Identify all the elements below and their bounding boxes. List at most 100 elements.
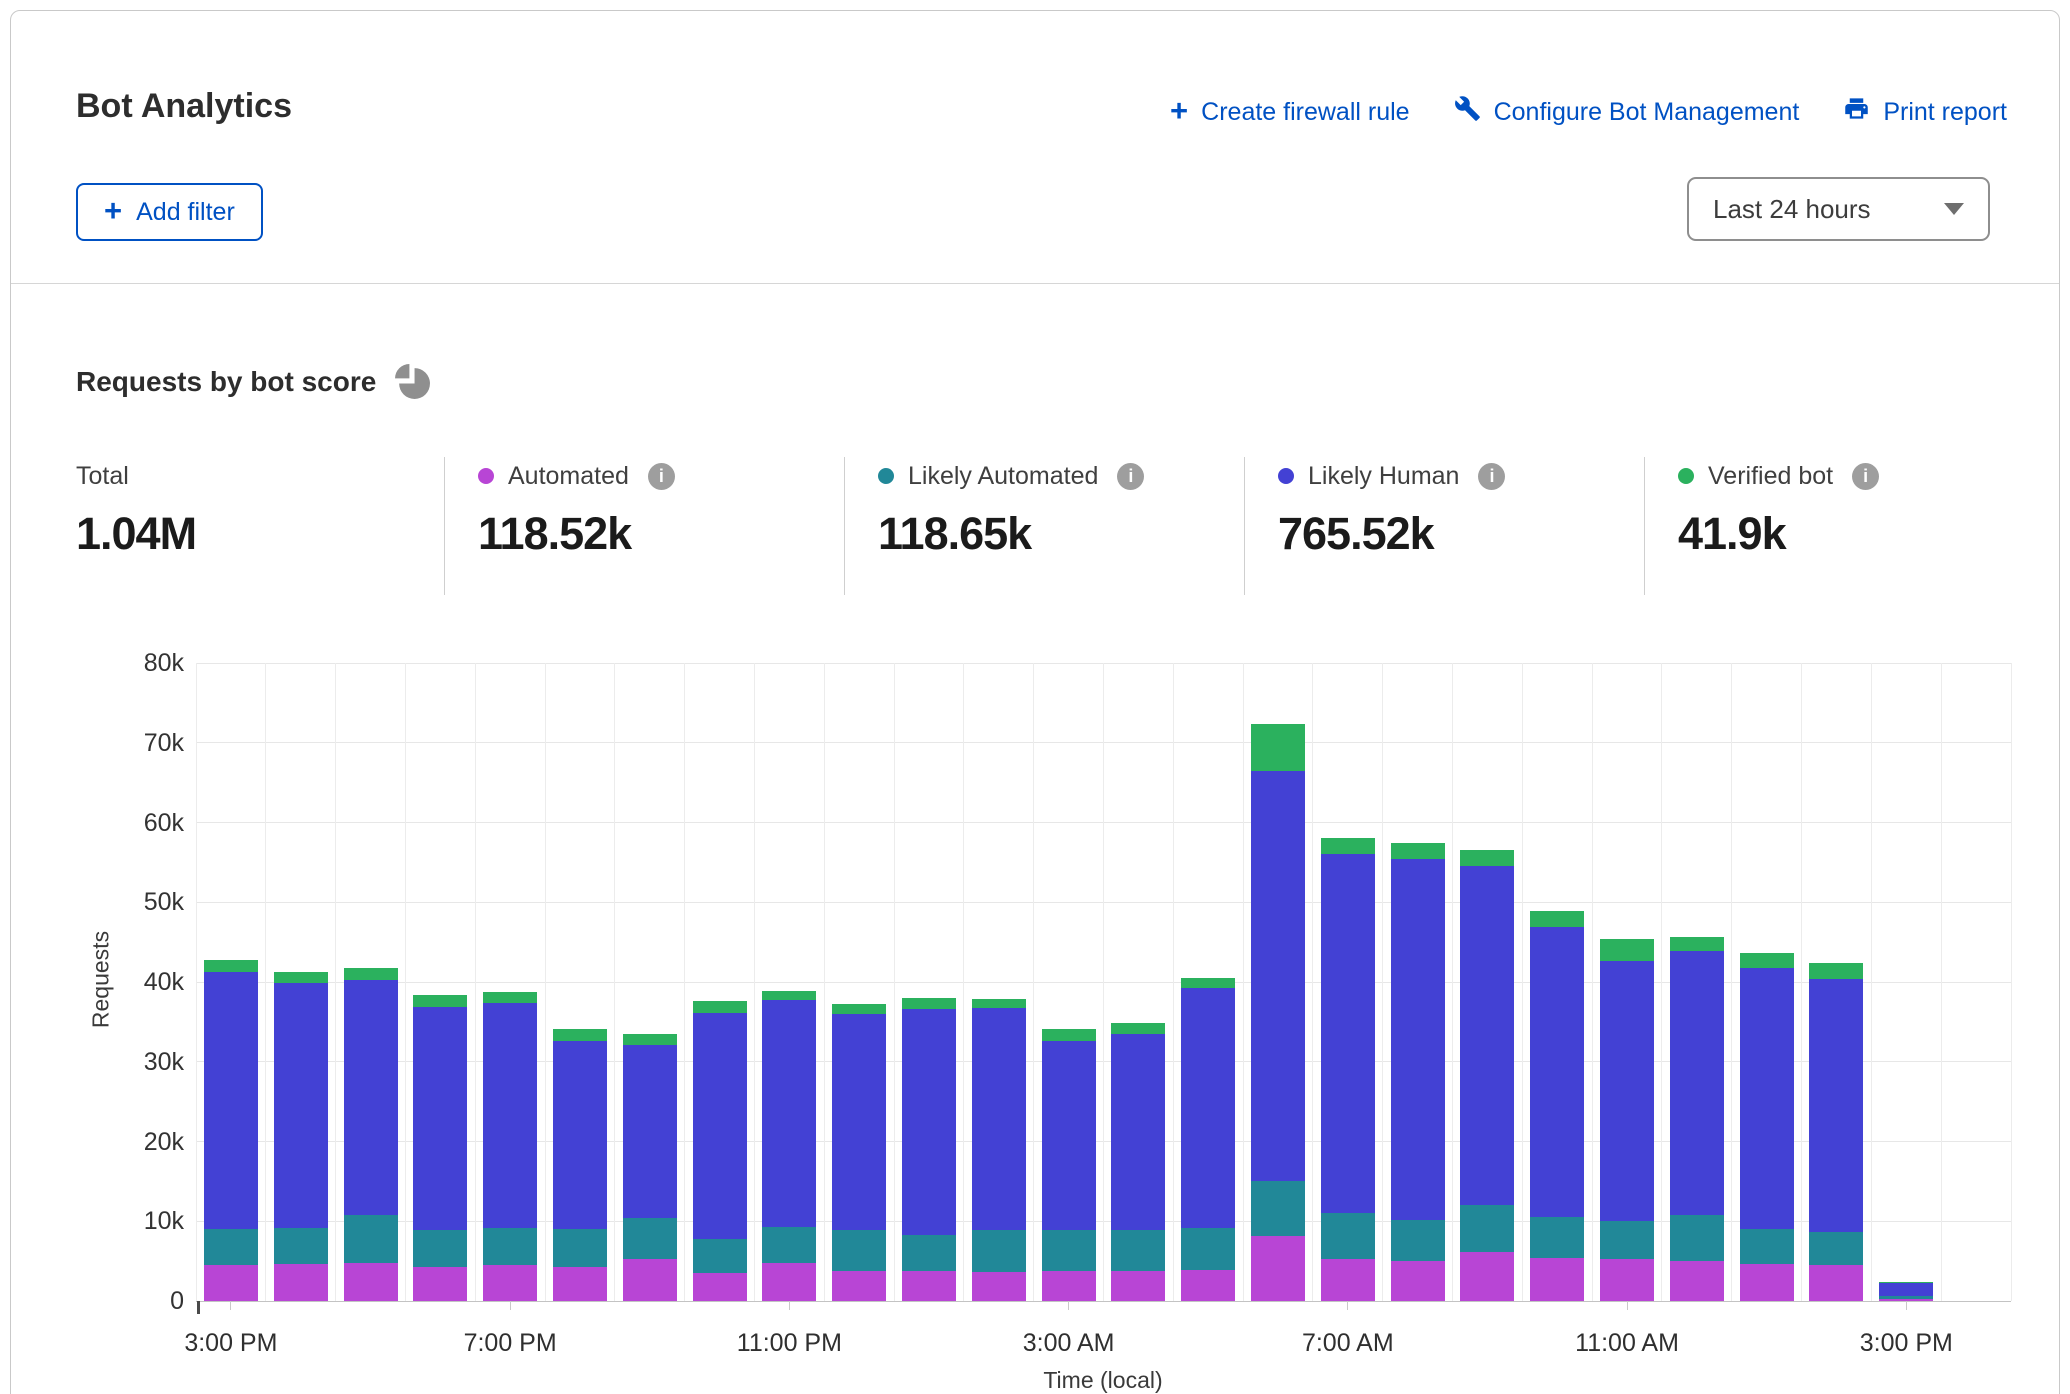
bar-segment-automated <box>1740 1264 1794 1301</box>
y-tick-label: 10k <box>84 1205 184 1237</box>
bar-segment-likely-automated <box>762 1227 816 1264</box>
bar-segment-likely-human <box>1251 771 1305 1181</box>
gridline-vertical <box>1173 663 1174 1301</box>
bar-6[interactable] <box>553 1029 607 1301</box>
bar-segment-likely-human <box>1111 1034 1165 1230</box>
y-tick-label: 70k <box>84 727 184 759</box>
info-icon[interactable]: i <box>1478 463 1505 490</box>
wrench-icon <box>1454 95 1481 129</box>
bar-segment-automated <box>1460 1252 1514 1301</box>
bar-segment-likely-automated <box>1251 1181 1305 1236</box>
bar-segment-automated <box>1670 1261 1724 1301</box>
bar-segment-automated <box>274 1264 328 1301</box>
bar-24[interactable] <box>1809 963 1863 1301</box>
bar-segment-verified-bot <box>1391 843 1445 859</box>
bar-segment-automated <box>972 1272 1026 1301</box>
bar-1[interactable] <box>204 960 258 1301</box>
bar-segment-likely-automated <box>693 1239 747 1273</box>
configure-bot-management-link[interactable]: Configure Bot Management <box>1454 95 1800 129</box>
bar-segment-likely-human <box>1809 979 1863 1233</box>
info-icon[interactable]: i <box>1852 463 1879 490</box>
bar-7[interactable] <box>623 1034 677 1301</box>
bar-13[interactable] <box>1042 1029 1096 1301</box>
gridline-vertical <box>1452 663 1453 1301</box>
bar-segment-verified-bot <box>972 999 1026 1008</box>
bar-16[interactable] <box>1251 724 1305 1301</box>
bar-11[interactable] <box>902 998 956 1301</box>
bar-segment-likely-human <box>1740 968 1794 1230</box>
gridline-vertical <box>754 663 755 1301</box>
y-axis-title: Requests <box>88 900 115 1060</box>
bar-18[interactable] <box>1391 843 1445 1301</box>
gridline-vertical <box>1801 663 1802 1301</box>
page-title: Bot Analytics <box>76 87 292 126</box>
bar-segment-verified-bot <box>832 1004 886 1014</box>
x-tick-label: 7:00 PM <box>410 1329 610 1358</box>
bar-8[interactable] <box>693 1001 747 1301</box>
bar-segment-likely-automated <box>1600 1221 1654 1258</box>
stat-divider <box>444 457 445 595</box>
bar-17[interactable] <box>1321 838 1375 1301</box>
bar-segment-verified-bot <box>413 995 467 1007</box>
x-tick-label: 3:00 PM <box>1806 1329 2006 1358</box>
gridline-vertical <box>614 663 615 1301</box>
gridline-vertical <box>963 663 964 1301</box>
bar-segment-verified-bot <box>1530 911 1584 927</box>
bar-23[interactable] <box>1740 953 1794 1301</box>
bar-segment-likely-human <box>413 1007 467 1230</box>
gridline-horizontal <box>196 822 2011 823</box>
info-icon[interactable]: i <box>648 463 675 490</box>
bar-10[interactable] <box>832 1004 886 1301</box>
bar-20[interactable] <box>1530 911 1584 1301</box>
print-report-label: Print report <box>1883 98 2007 127</box>
gridline-vertical <box>684 663 685 1301</box>
bar-segment-automated <box>623 1259 677 1301</box>
bar-2[interactable] <box>274 972 328 1301</box>
gridline-vertical <box>894 663 895 1301</box>
bar-5[interactable] <box>483 992 537 1301</box>
bar-25[interactable] <box>1879 1282 1933 1301</box>
x-tick-label: 11:00 AM <box>1527 1329 1727 1358</box>
y-tick-label: 20k <box>84 1126 184 1158</box>
bar-segment-automated <box>762 1263 816 1300</box>
add-filter-button[interactable]: + Add filter <box>76 183 263 241</box>
verified-bot-legend-dot <box>1678 468 1694 484</box>
info-icon[interactable]: i <box>1117 463 1144 490</box>
print-report-link[interactable]: Print report <box>1843 95 2007 129</box>
bar-segment-verified-bot <box>902 998 956 1009</box>
time-range-select[interactable]: Last 24 hours <box>1687 177 1990 241</box>
x-axis-title: Time (local) <box>953 1367 1253 1394</box>
bar-segment-likely-automated <box>1111 1230 1165 1271</box>
x-tick <box>510 1301 511 1310</box>
stat-likely-human: Likely Human i 765.52k <box>1278 459 1638 560</box>
bar-segment-likely-automated <box>483 1228 537 1265</box>
stat-verified-bot-label: Verified bot <box>1708 462 1833 491</box>
bar-22[interactable] <box>1670 937 1724 1301</box>
gridline-horizontal <box>196 902 2011 903</box>
bar-21[interactable] <box>1600 939 1654 1301</box>
bar-9[interactable] <box>762 991 816 1301</box>
stat-automated: Automated i 118.52k <box>478 459 838 560</box>
bar-14[interactable] <box>1111 1023 1165 1301</box>
bar-19[interactable] <box>1460 850 1514 1301</box>
bar-segment-verified-bot <box>204 960 258 971</box>
bar-15[interactable] <box>1181 978 1235 1301</box>
header-actions: + Create firewall rule Configure Bot Man… <box>1170 95 2007 129</box>
bar-segment-verified-bot <box>344 968 398 979</box>
gridline-vertical <box>405 663 406 1301</box>
bar-segment-verified-bot <box>762 991 816 1000</box>
y-tick-label: 0 <box>84 1285 184 1317</box>
bar-segment-likely-automated <box>832 1230 886 1271</box>
create-firewall-rule-link[interactable]: + Create firewall rule <box>1170 97 1410 128</box>
bar-12[interactable] <box>972 999 1026 1301</box>
bar-3[interactable] <box>344 968 398 1301</box>
gridline-vertical <box>1941 663 1942 1301</box>
bar-segment-automated <box>1530 1258 1584 1301</box>
gridline-vertical <box>1103 663 1104 1301</box>
bar-segment-likely-automated <box>1391 1220 1445 1261</box>
bar-segment-likely-human <box>693 1013 747 1239</box>
bar-segment-likely-human <box>274 983 328 1228</box>
bar-segment-verified-bot <box>553 1029 607 1041</box>
bar-segment-likely-human <box>1181 988 1235 1229</box>
bar-4[interactable] <box>413 995 467 1301</box>
